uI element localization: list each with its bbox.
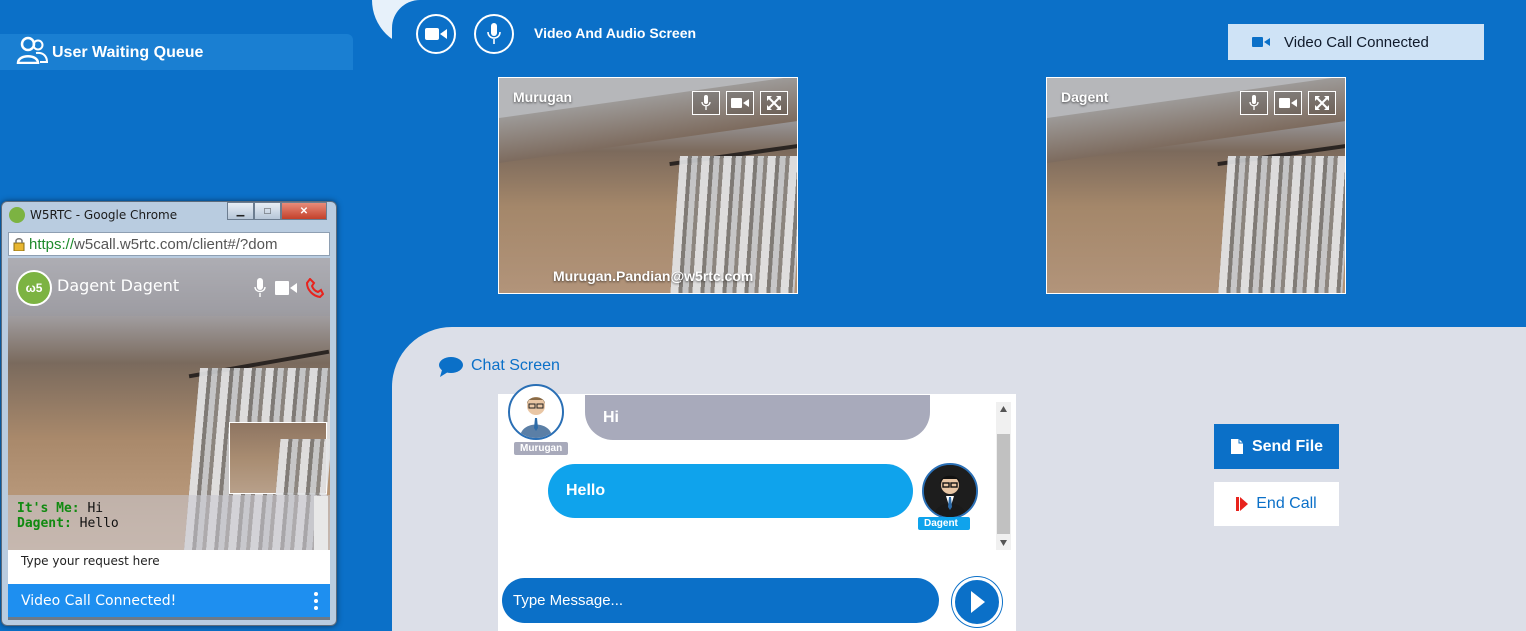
send-file-button[interactable]: Send File	[1214, 424, 1339, 469]
message-input[interactable]: Type Message...	[502, 578, 939, 623]
avatar	[508, 384, 564, 440]
sender-tag: Murugan	[514, 442, 569, 455]
popup-header: ω5 Dagent Dagent	[8, 258, 330, 316]
popup-agent-name: Dagent Dagent	[57, 276, 180, 295]
chat-screen-title: Chat Screen	[471, 357, 560, 374]
waiting-queue-title: User Waiting Queue	[52, 44, 204, 61]
chat-line-text: Hello	[79, 516, 119, 531]
popup-chat-log: It's Me: Hi Dagent: Hello	[8, 495, 330, 550]
popup-self-view	[229, 422, 330, 495]
chat-line-text: Hi	[87, 501, 104, 516]
chat-line: Dagent: Hello	[17, 516, 321, 531]
minimize-icon: ▁	[236, 205, 245, 217]
chat-line: It's Me: Hi	[17, 501, 321, 516]
video-camera-icon[interactable]	[275, 280, 297, 296]
tile-mic-button[interactable]	[1240, 91, 1268, 115]
chat-line-label: Dagent:	[17, 516, 72, 531]
close-icon: ✕	[299, 205, 309, 217]
mic-toggle-button[interactable]	[474, 14, 514, 54]
tile-fullscreen-button[interactable]	[1308, 91, 1336, 115]
end-call-label: End Call	[1256, 495, 1317, 512]
tile-camera-button[interactable]	[726, 91, 754, 115]
minimize-button[interactable]: ▁	[227, 202, 254, 220]
chrome-window-title: W5RTC - Google Chrome	[30, 208, 178, 222]
send-message-button[interactable]	[952, 577, 1002, 627]
address-bar[interactable]: https://w5call.w5rtc.com/client#/?dom	[8, 232, 330, 256]
send-file-label: Send File	[1251, 437, 1324, 455]
chat-line-label: It's Me:	[17, 501, 80, 516]
maximize-icon: □	[264, 205, 271, 217]
video-tile-dagent: Dagent	[1046, 77, 1346, 294]
fullscreen-icon	[1315, 96, 1329, 110]
fullscreen-icon	[767, 96, 781, 110]
popup-status-text: Video Call Connected!	[21, 592, 177, 609]
microphone-icon	[1249, 95, 1259, 110]
url-text: w5call.w5rtc.com/client#/?dom	[74, 235, 278, 253]
video-toggle-button[interactable]	[416, 14, 456, 54]
video-camera-icon	[1252, 37, 1270, 47]
popup-page: ω5 Dagent Dagent It's Me: Hi Dagent: Hel…	[8, 258, 330, 620]
lock-icon	[13, 238, 25, 251]
microphone-icon	[701, 95, 711, 110]
message-text: Hi	[603, 408, 619, 426]
sender-tag: Dagent	[918, 517, 970, 530]
video-audio-screen-title: Video And Audio Screen	[534, 25, 697, 41]
end-call-icon	[1236, 497, 1249, 511]
scroll-up-icon[interactable]	[999, 405, 1008, 413]
phone-hangup-icon[interactable]	[306, 278, 324, 298]
popup-status-bar: Video Call Connected!	[8, 584, 330, 617]
chat-bubble-icon	[439, 357, 463, 377]
video-camera-icon	[731, 98, 749, 108]
tile-participant-name: Dagent	[1061, 89, 1109, 105]
microphone-icon	[487, 23, 501, 44]
video-camera-icon	[1279, 98, 1297, 108]
user-avatar-icon	[520, 397, 552, 438]
scroll-down-icon[interactable]	[999, 539, 1008, 547]
video-tile-murugan: Murugan Murugan.Pandian@w5rtc.com	[498, 77, 798, 294]
popup-request-input[interactable]: Type your request here	[8, 550, 330, 584]
chat-scrollbar-thumb[interactable]	[997, 434, 1010, 534]
popup-chat-scrollbar[interactable]	[314, 496, 328, 550]
w5rtc-favicon-icon	[9, 207, 25, 223]
user-avatar-icon	[924, 465, 976, 517]
more-menu-icon[interactable]	[314, 592, 318, 610]
avatar	[922, 463, 978, 519]
tile-participant-email: Murugan.Pandian@w5rtc.com	[553, 268, 754, 284]
tile-participant-name: Murugan	[513, 89, 573, 105]
tile-mic-button[interactable]	[692, 91, 720, 115]
maximize-button[interactable]: □	[254, 202, 281, 220]
url-protocol: https://	[29, 235, 75, 253]
microphone-icon[interactable]	[254, 278, 266, 298]
w5rtc-logo: ω5	[16, 270, 52, 306]
window-controls: ▁ □ ✕	[227, 202, 327, 220]
message-text: Hello	[566, 482, 606, 499]
close-button[interactable]: ✕	[281, 202, 327, 220]
tile-fullscreen-button[interactable]	[760, 91, 788, 115]
chat-message-incoming: Hi	[585, 395, 930, 440]
tile-camera-button[interactable]	[1274, 91, 1302, 115]
call-status-text: Video Call Connected	[1284, 33, 1429, 51]
play-arrow-icon	[971, 591, 985, 613]
chat-message-outgoing: Hello	[548, 464, 913, 518]
call-status-box: Video Call Connected	[1228, 24, 1484, 60]
users-icon	[16, 36, 48, 64]
video-camera-icon	[425, 28, 447, 40]
file-icon	[1230, 439, 1243, 454]
end-call-button[interactable]: End Call	[1214, 482, 1339, 526]
